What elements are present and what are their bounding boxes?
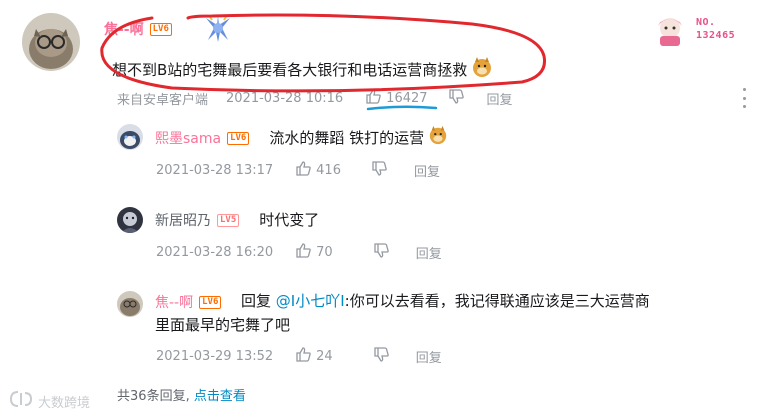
reply-2-avatar[interactable]	[117, 207, 143, 233]
reply-1-like-button[interactable]: 416	[295, 160, 341, 181]
reply-2-time: 2021-03-28 16:20	[156, 244, 274, 260]
fan-badge-number: 132465	[696, 30, 736, 41]
reply-2-like-count: 70	[316, 244, 333, 260]
reply-1-text: 流水的舞蹈 铁打的运营	[269, 125, 448, 151]
reply-1-username[interactable]: 熙墨sama	[155, 128, 221, 148]
doge-emoji-icon	[428, 125, 448, 151]
more-options-icon[interactable]	[740, 88, 748, 108]
watermark-text: 大数跨境	[38, 395, 91, 411]
level-badge: LV5	[217, 213, 240, 227]
red-highlight-ellipse	[100, 13, 547, 93]
thumbs-up-icon	[295, 346, 312, 367]
reply-2-like-button[interactable]: 70	[295, 242, 333, 263]
reply-2-username[interactable]: 新居昭乃	[155, 210, 211, 230]
blue-underline	[366, 105, 438, 111]
reply-2-text: 时代变了	[259, 211, 320, 229]
reply-2-header: 新居昭乃 LV5 时代变了	[155, 210, 319, 230]
reply-2-meta: 2021-03-28 16:20 70 回复	[156, 242, 442, 263]
view-all-replies: 共36条回复, 点击查看	[117, 385, 246, 404]
fan-badge: NO. 132465	[648, 14, 770, 48]
watermark-logo-icon	[8, 390, 34, 412]
reply-3-reply-prefix: 回复	[241, 292, 272, 310]
reply-3-text: 回复 @I小七吖I:你可以去看看，我记得联通应该是三大运营商里面最早的宅舞了吧	[155, 289, 655, 337]
reply-3-content: :你可以去看看，我记得联通应该是三大运营商里面最早的宅舞了吧	[155, 292, 650, 334]
watermark: 大数跨境	[8, 390, 90, 412]
fan-badge-character-icon	[658, 18, 682, 46]
thumbs-down-icon[interactable]	[373, 242, 390, 263]
reply-1-time: 2021-03-28 13:17	[156, 162, 274, 178]
reply-3-reply-button[interactable]: 回复	[416, 347, 442, 366]
thumbs-up-icon	[295, 242, 312, 263]
total-prefix: 共	[117, 389, 131, 404]
level-badge: LV6	[227, 131, 250, 145]
reply-1-meta: 2021-03-28 13:17 416 回复	[156, 160, 440, 181]
reply-3-meta: 2021-03-29 13:52 24 回复	[156, 346, 442, 367]
thumbs-down-icon[interactable]	[373, 346, 390, 367]
reply-1-header: 熙墨sama LV6 流水的舞蹈 铁打的运营	[155, 125, 448, 151]
reply-1-reply-button[interactable]: 回复	[414, 161, 440, 180]
reply-3-avatar[interactable]	[117, 291, 143, 317]
reply-2-reply-button[interactable]: 回复	[416, 243, 442, 262]
fan-badge-no-label: NO.	[696, 17, 716, 28]
reply-3-mention-link[interactable]: @I小七吖I	[276, 292, 345, 310]
thumbs-up-icon	[295, 160, 312, 181]
total-count: 36	[130, 389, 147, 404]
reply-3-like-button[interactable]: 24	[295, 346, 333, 367]
thumbs-down-icon[interactable]	[371, 160, 388, 181]
total-suffix: 条回复,	[146, 389, 190, 404]
reply-1-avatar[interactable]	[117, 124, 143, 150]
main-comment-avatar[interactable]	[22, 13, 80, 71]
reply-3-like-count: 24	[316, 348, 333, 364]
reply-3-time: 2021-03-29 13:52	[156, 348, 274, 364]
view-all-link[interactable]: 点击查看	[194, 389, 246, 404]
reply-1-content: 流水的舞蹈 铁打的运营	[269, 129, 425, 147]
reply-1-like-count: 416	[316, 162, 341, 178]
